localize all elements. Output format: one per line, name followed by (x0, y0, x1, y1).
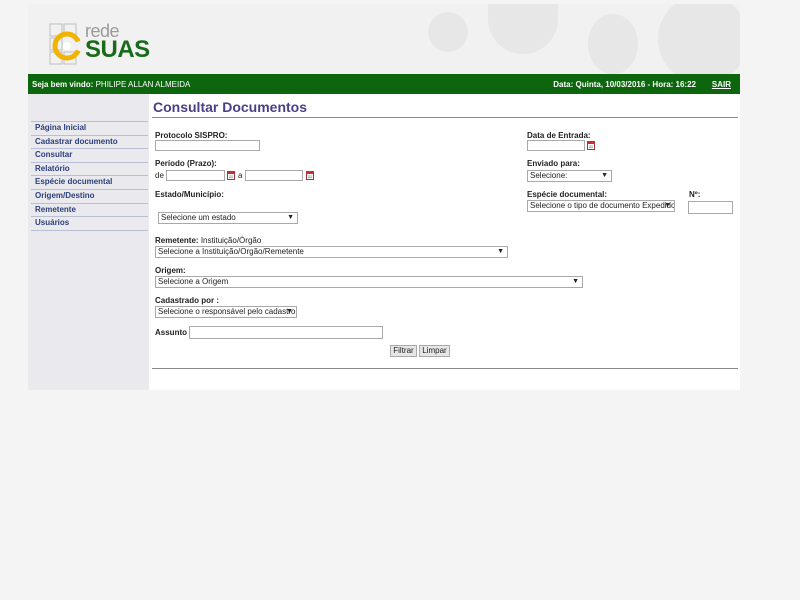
main-content: Consultar Documentos Protocolo SISPRO: D… (152, 94, 740, 390)
remetente-label-group: Remetente: Instituição/Órgão (155, 236, 261, 245)
origem-value: Selecione a Origem (158, 277, 229, 286)
calendar-icon[interactable] (306, 170, 314, 180)
enviado-para-label: Enviado para: (527, 159, 580, 168)
enviado-para-value: Selecione: (530, 171, 568, 180)
calendar-icon[interactable] (587, 140, 595, 150)
user-name: PHILIPE ALLAN ALMEIDA (95, 80, 191, 89)
sidebar: Página Inicial Cadastrar documento Consu… (28, 94, 149, 390)
a-label: a (238, 171, 243, 180)
dropdown-arrow-icon: ▼ (572, 278, 579, 285)
bottom-divider (152, 368, 738, 369)
remetente-label: Remetente: (155, 236, 199, 245)
especie-value: Selecione o tipo de documento Expedido (530, 201, 675, 210)
sidebar-item-usuarios[interactable]: Usuários (31, 217, 148, 231)
welcome-message: Seja bem vindo: PHILIPE ALLAN ALMEIDA (32, 80, 190, 89)
cadastrado-value: Selecione o responsável pelo cadastro (158, 307, 296, 316)
assunto-input[interactable] (189, 326, 383, 339)
banner-decoration (488, 4, 558, 54)
periodo-label: Período (Prazo): (155, 159, 217, 168)
header-banner: rede SUAS (28, 4, 740, 74)
estado-value: Selecione um estado (161, 213, 236, 222)
protocolo-input[interactable] (155, 140, 260, 151)
title-divider (152, 117, 738, 118)
banner-decoration (658, 4, 740, 74)
sidebar-item-pagina-inicial[interactable]: Página Inicial (31, 122, 148, 136)
logout-link[interactable]: SAIR (712, 80, 731, 89)
logo-icon (49, 23, 82, 65)
enviado-para-select[interactable]: Selecione: ▼ (527, 170, 612, 182)
data-entrada-input[interactable] (527, 140, 585, 151)
sidebar-item-origem-destino[interactable]: Origem/Destino (31, 190, 148, 204)
logo-text-suas: SUAS (85, 36, 150, 63)
remetente-select[interactable]: Selecione a Instituição/Orgão/Remetente … (155, 246, 508, 258)
dropdown-arrow-icon: ▼ (497, 248, 504, 255)
numero-input[interactable] (688, 201, 733, 214)
periodo-a-input[interactable] (245, 170, 303, 181)
cadastrado-label: Cadastrado por : (155, 296, 220, 305)
protocolo-label: Protocolo SISPRO: (155, 131, 228, 140)
dropdown-arrow-icon: ▼ (286, 308, 293, 315)
calendar-icon[interactable] (227, 170, 235, 180)
dropdown-arrow-icon: ▼ (601, 172, 608, 179)
dropdown-arrow-icon: ▼ (664, 202, 671, 209)
especie-label: Espécie documental: (527, 190, 608, 199)
origem-select[interactable]: Selecione a Origem ▼ (155, 276, 583, 288)
welcome-bar: Seja bem vindo: PHILIPE ALLAN ALMEIDA Da… (28, 74, 740, 94)
welcome-label: Seja bem vindo: (32, 80, 94, 89)
sidebar-item-cadastrar-documento[interactable]: Cadastrar documento (31, 136, 148, 150)
sidebar-item-especie-documental[interactable]: Espécie documental (31, 176, 148, 190)
remetente-hint: Instituição/Órgão (200, 236, 262, 245)
assunto-label: Assunto : (155, 328, 192, 337)
banner-decoration (588, 14, 638, 74)
dropdown-arrow-icon: ▼ (287, 214, 294, 221)
sidebar-item-remetente[interactable]: Remetente (31, 204, 148, 218)
especie-select[interactable]: Selecione o tipo de documento Expedido ▼ (527, 200, 675, 212)
sidebar-item-consultar[interactable]: Consultar (31, 149, 148, 163)
filtrar-button[interactable]: Filtrar (390, 345, 417, 357)
sidebar-item-relatorio[interactable]: Relatório (31, 163, 148, 177)
rede-suas-logo: rede SUAS (48, 21, 168, 68)
estado-select[interactable]: Selecione um estado ▼ (158, 212, 298, 224)
numero-label: Nº: (689, 190, 701, 199)
cadastrado-select[interactable]: Selecione o responsável pelo cadastro ▼ (155, 306, 297, 318)
estado-label: Estado/Município: (155, 190, 224, 199)
page-title: Consultar Documentos (153, 99, 308, 115)
origem-label: Origem: (155, 266, 186, 275)
sidebar-menu: Página Inicial Cadastrar documento Consu… (31, 121, 148, 231)
remetente-value: Selecione a Instituição/Orgão/Remetente (158, 247, 304, 256)
de-label: de (155, 171, 164, 180)
banner-decoration (428, 12, 468, 52)
periodo-de-input[interactable] (166, 170, 225, 181)
data-entrada-label: Data de Entrada: (527, 131, 591, 140)
limpar-button[interactable]: Limpar (419, 345, 450, 357)
page-container: rede SUAS Seja bem vindo: PHILIPE ALLAN … (28, 4, 740, 390)
date-time: Data: Quinta, 10/03/2016 - Hora: 16:22 (553, 80, 696, 89)
